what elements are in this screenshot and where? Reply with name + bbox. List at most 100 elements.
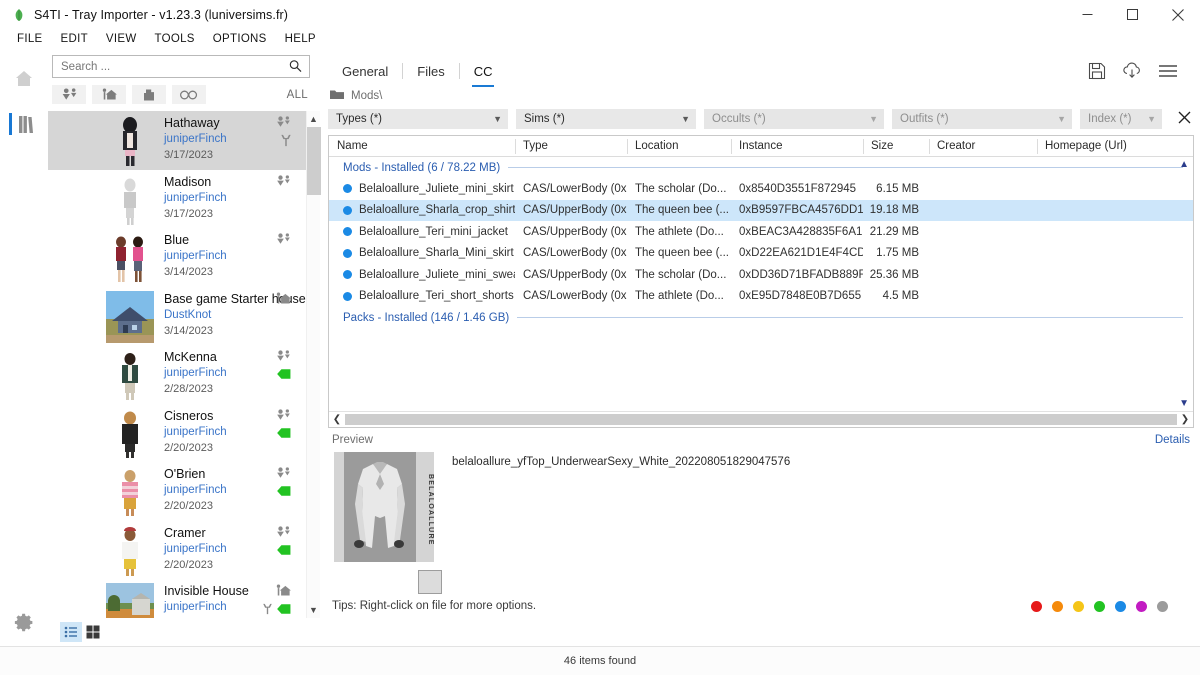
menu-tools[interactable]: TOOLS (146, 29, 204, 49)
column-header-name[interactable]: Name (329, 136, 515, 157)
list-item[interactable]: O'Brien juniperFinch 2/20/2023 (48, 462, 306, 521)
item-date: 2/20/2023 (164, 557, 227, 573)
minimize-button[interactable] (1065, 0, 1110, 29)
list-view-button[interactable] (60, 622, 82, 642)
column-header-size[interactable]: Size (863, 136, 929, 157)
hscroll-left-icon[interactable]: ❮ (329, 414, 345, 425)
hscroll-right-icon[interactable]: ❯ (1177, 414, 1193, 425)
menu-view[interactable]: VIEW (97, 29, 146, 49)
group-header-packs[interactable]: Packs - Installed (146 / 1.46 GB) (329, 307, 1193, 328)
occults-filter-dropdown[interactable]: Occults (*) ▼ (704, 109, 884, 129)
list-item[interactable]: Blue juniperFinch 3/14/2023 (48, 228, 306, 287)
cell-size: 6.15 MB (863, 183, 929, 195)
column-header-location[interactable]: Location (627, 136, 731, 157)
item-author[interactable]: juniperFinch (164, 365, 227, 381)
item-badges (258, 526, 292, 559)
maximize-button[interactable] (1110, 0, 1155, 29)
scroll-up-icon[interactable]: ▲ (307, 111, 320, 127)
details-link[interactable]: Details (1155, 434, 1190, 446)
color-dot-yellow[interactable] (1073, 601, 1084, 612)
table-row[interactable]: Belaloallure_Teri_mini_jacket CAS/UpperB… (329, 221, 1193, 243)
tab-files[interactable]: Files (403, 64, 458, 87)
item-text: Invisible House juniperFinch 2/15/2023 (164, 582, 249, 618)
all-filter-button[interactable] (172, 85, 206, 104)
table-scroll-up-icon[interactable]: ▲ (1179, 159, 1189, 170)
menu-bar: FILE EDIT VIEW TOOLS OPTIONS HELP (0, 29, 1200, 49)
grid-view-button[interactable] (82, 622, 104, 642)
sims-filter-button[interactable] (52, 85, 86, 104)
sims-filter-dropdown[interactable]: Sims (*) ▼ (516, 109, 696, 129)
cell-name: Belaloallure_Juliete_mini_sweat... (329, 269, 515, 281)
item-badges (258, 467, 292, 500)
color-dot-gray[interactable] (1157, 601, 1168, 612)
color-dot-orange[interactable] (1052, 601, 1063, 612)
clear-filters-icon[interactable] (1172, 111, 1197, 127)
lots-filter-button[interactable] (92, 85, 126, 104)
list-item[interactable]: Hathaway juniperFinch 3/17/2023 (48, 111, 306, 170)
item-date: 2/20/2023 (164, 498, 227, 514)
search-icon[interactable] (286, 56, 307, 77)
list-item[interactable]: Cramer juniperFinch 2/20/2023 (48, 521, 306, 580)
window-title: S4TI - Tray Importer - v1.23.3 (lunivers… (34, 8, 288, 22)
scroll-down-icon[interactable]: ▼ (307, 602, 320, 618)
list-item[interactable]: Invisible House juniperFinch 2/15/2023 (48, 579, 306, 618)
save-icon[interactable] (1088, 62, 1106, 83)
tab-general[interactable]: General (328, 64, 402, 87)
cloud-download-icon[interactable] (1122, 62, 1142, 83)
table-row[interactable]: Belaloallure_Juliete_mini_sweat... CAS/U… (329, 264, 1193, 286)
list-item[interactable]: Madison juniperFinch 3/17/2023 (48, 170, 306, 229)
search-input[interactable] (61, 61, 290, 73)
table-row[interactable]: Belaloallure_Juliete_mini_skirt CAS/Lowe… (329, 178, 1193, 200)
group-header-mods[interactable]: Mods - Installed (6 / 78.22 MB) (329, 157, 1193, 178)
close-button[interactable] (1155, 0, 1200, 29)
item-author[interactable]: juniperFinch (164, 541, 227, 557)
color-dot-purple[interactable] (1136, 601, 1147, 612)
home-icon[interactable] (8, 61, 40, 95)
table-row[interactable]: Belaloallure_Teri_short_shorts CAS/Lower… (329, 286, 1193, 308)
nav-rail (0, 49, 48, 646)
table-hscrollbar[interactable]: ❮ ❯ (329, 411, 1193, 427)
table-row[interactable]: Belaloallure_Sharla_crop_shirt CAS/Upper… (329, 200, 1193, 222)
item-author[interactable]: juniperFinch (164, 482, 227, 498)
preview-thumbnail[interactable]: BELALOALLURE (334, 452, 434, 562)
table-scroll-down-icon[interactable]: ▼ (1179, 398, 1189, 409)
all-label[interactable]: ALL (287, 89, 310, 101)
color-swatch[interactable] (418, 570, 442, 594)
item-author[interactable]: juniperFinch (164, 599, 249, 615)
list-item[interactable]: Cisneros juniperFinch 2/20/2023 (48, 404, 306, 463)
item-author[interactable]: juniperFinch (164, 248, 227, 264)
menu-options[interactable]: OPTIONS (204, 29, 276, 49)
item-author[interactable]: DustKnot (164, 307, 306, 323)
rooms-filter-button[interactable] (132, 85, 166, 104)
table-row[interactable]: Belaloallure_Sharla_Mini_skirt CAS/Lower… (329, 243, 1193, 265)
index-filter-dropdown[interactable]: Index (*) ▼ (1080, 109, 1162, 129)
cell-instance: 0xD22EA621D1E4F4CD (731, 247, 863, 259)
outfits-filter-dropdown[interactable]: Outfits (*) ▼ (892, 109, 1072, 129)
list-item[interactable]: Base game Starter house DustKnot 3/14/20… (48, 287, 306, 346)
tray-list-scrollbar[interactable]: ▲ ▼ (306, 111, 320, 618)
menu-help[interactable]: HELP (276, 29, 325, 49)
column-header-instance[interactable]: Instance (731, 136, 863, 157)
hscroll-thumb[interactable] (345, 414, 1177, 425)
types-filter-dropdown[interactable]: Types (*) ▼ (328, 109, 508, 129)
color-dot-blue[interactable] (1115, 601, 1126, 612)
column-header-type[interactable]: Type (515, 136, 627, 157)
column-header-creator[interactable]: Creator (929, 136, 1037, 157)
settings-gear-icon[interactable] (8, 612, 40, 646)
item-author[interactable]: juniperFinch (164, 131, 227, 147)
item-author[interactable]: juniperFinch (164, 190, 227, 206)
hamburger-menu-icon[interactable] (1158, 64, 1178, 81)
item-badges (258, 409, 292, 442)
item-author[interactable]: juniperFinch (164, 424, 227, 440)
scrollbar-thumb[interactable] (307, 127, 321, 195)
search-box[interactable] (52, 55, 310, 78)
menu-edit[interactable]: EDIT (52, 29, 97, 49)
lot-icon (275, 292, 292, 308)
column-header-homepage[interactable]: Homepage (Url) (1037, 136, 1193, 157)
color-dot-green[interactable] (1094, 601, 1105, 612)
tab-cc[interactable]: CC (460, 64, 507, 87)
list-item[interactable]: McKenna juniperFinch 2/28/2023 (48, 345, 306, 404)
library-icon[interactable] (8, 107, 40, 141)
color-dot-red[interactable] (1031, 601, 1042, 612)
menu-file[interactable]: FILE (8, 29, 52, 49)
